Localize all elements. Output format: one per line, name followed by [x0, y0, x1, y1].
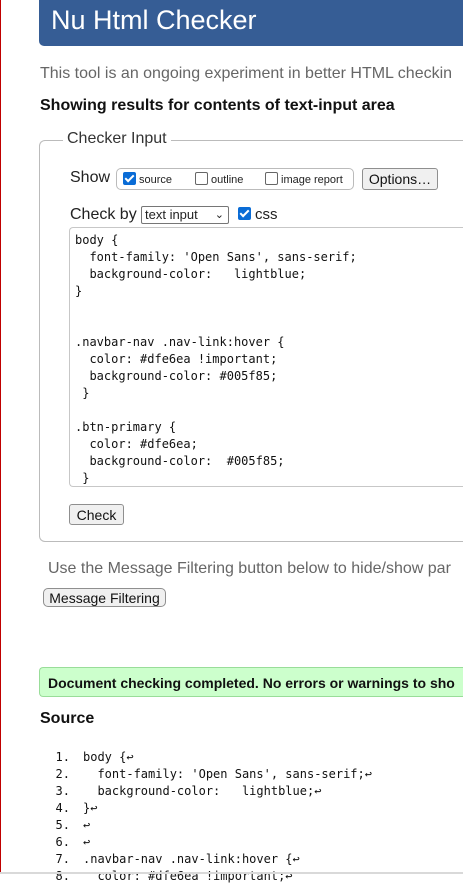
image-report-checkbox-label[interactable]: image report	[281, 174, 343, 186]
image-report-checkbox[interactable]	[265, 172, 278, 185]
source-line: 2. font-family: 'Open Sans', sans-serif;…	[40, 766, 463, 783]
source-line-number: 1.	[55, 750, 70, 764]
message-filtering-button[interactable]: Message Filtering	[43, 588, 166, 607]
source-line-code: font-family: 'Open Sans', sans-serif;↩	[83, 767, 372, 781]
source-textarea[interactable]: body { font-family: 'Open Sans', sans-se…	[69, 227, 463, 487]
page-header: Nu Html Checker	[39, 0, 463, 46]
outline-checkbox-label[interactable]: outline	[211, 174, 243, 186]
results-heading: Showing results for contents of text-inp…	[40, 97, 395, 114]
source-textarea-content: body { font-family: 'Open Sans', sans-se…	[75, 233, 357, 485]
css-checkbox[interactable]	[238, 207, 251, 220]
source-line-code: ↩	[83, 835, 91, 849]
source-line-number: 8.	[55, 869, 70, 883]
show-label: Show	[70, 169, 111, 186]
intro-text: This tool is an ongoing experiment in be…	[40, 65, 453, 82]
source-line-code: body {↩	[83, 750, 134, 764]
source-line-number: 5.	[55, 818, 70, 832]
source-line-code: }↩	[83, 801, 98, 815]
outline-checkbox[interactable]	[195, 172, 208, 185]
source-line-code: color: #dfe6ea !important;↩	[83, 869, 293, 883]
source-listing: 1. body {↩ 2. font-family: 'Open Sans', sa…	[40, 749, 463, 885]
chevron-down-icon: ⌄	[214, 209, 224, 221]
source-line: 3. background-color: lightblue;↩	[40, 783, 463, 800]
source-checkbox[interactable]	[123, 172, 136, 185]
check-by-label: Check by	[70, 206, 137, 223]
page-title: Nu Html Checker	[51, 5, 257, 35]
source-line: 7. .navbar-nav .nav-link:hover {↩	[40, 851, 463, 868]
css-checkbox-label[interactable]: css	[255, 206, 278, 223]
checker-input-legend: Checker Input	[63, 130, 171, 148]
source-line-code: ↩	[83, 818, 91, 832]
success-message: Document checking completed. No errors o…	[48, 675, 455, 691]
check-by-select-value: text input	[145, 207, 198, 222]
source-line-number: 7.	[55, 852, 70, 866]
check-button[interactable]: Check	[69, 504, 124, 525]
source-line: 6. ↩	[40, 834, 463, 851]
source-line: 1. body {↩	[40, 749, 463, 766]
source-line-number: 3.	[55, 784, 70, 798]
source-line-number: 4.	[55, 801, 70, 815]
source-heading: Source	[40, 710, 95, 727]
check-by-select[interactable]: text input ⌄	[141, 206, 229, 224]
source-line: 8. color: #dfe6ea !important;↩	[40, 868, 463, 885]
options-button[interactable]: Options…	[362, 168, 438, 190]
source-line-code: .navbar-nav .nav-link:hover {↩	[83, 852, 300, 866]
source-line-number: 6.	[55, 835, 70, 849]
source-checkbox-label[interactable]: source	[139, 174, 172, 186]
source-line-number: 2.	[55, 767, 70, 781]
show-options-group: source outline image report	[116, 168, 354, 190]
window-frame-edge	[0, 0, 1, 874]
message-filtering-hint: Use the Message Filtering button below t…	[48, 560, 451, 577]
source-line: 4. }↩	[40, 800, 463, 817]
source-line: 5. ↩	[40, 817, 463, 834]
source-line-code: background-color: lightblue;↩	[83, 784, 322, 798]
success-banner: Document checking completed. No errors o…	[39, 667, 463, 697]
